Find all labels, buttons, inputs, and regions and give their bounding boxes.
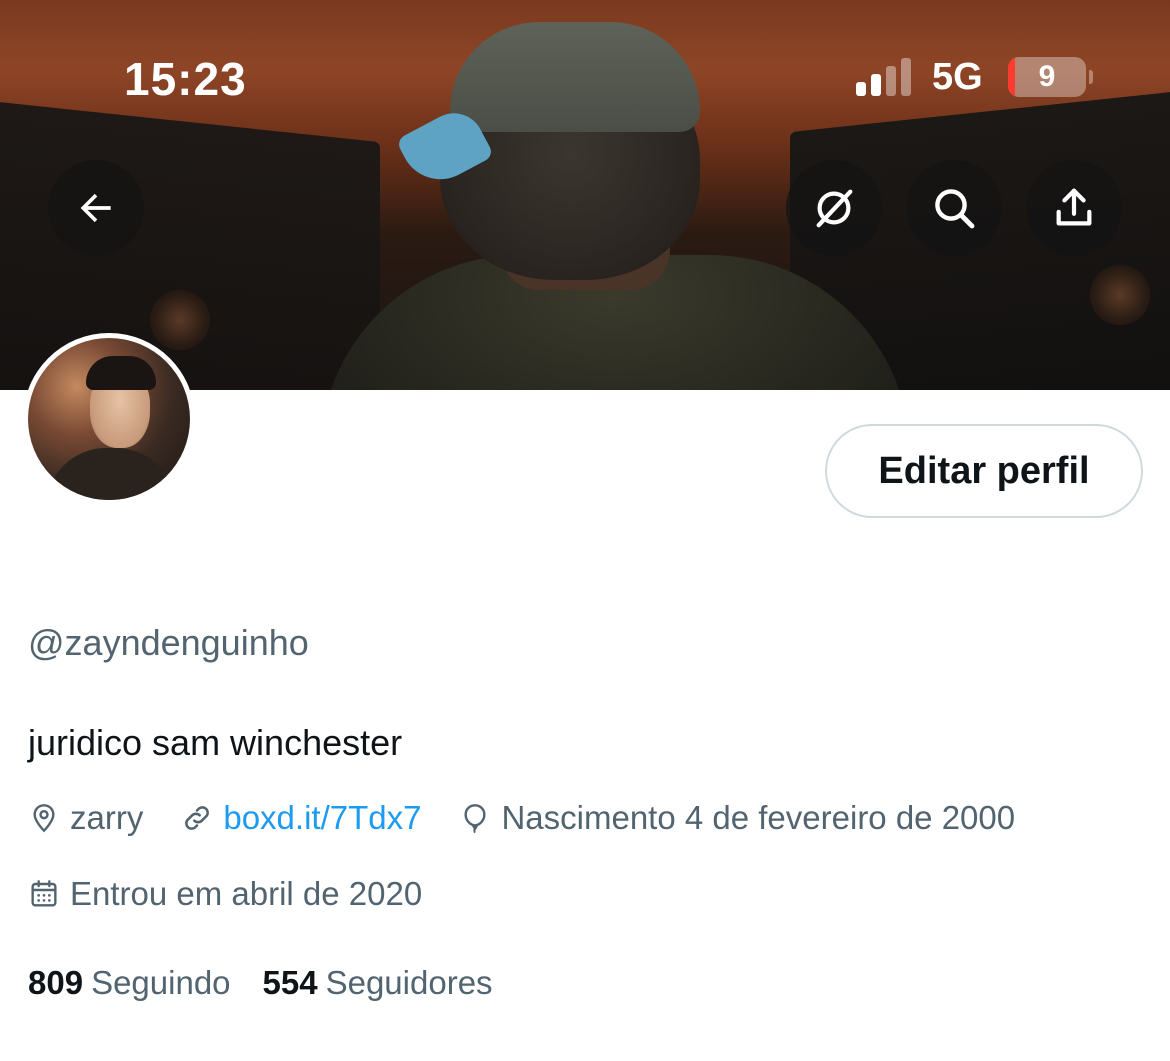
calendar-icon [31,880,57,907]
network-type: 5G [932,56,983,98]
banner-speaker-left [150,290,210,350]
grok-button[interactable] [786,160,882,256]
avatar-image [28,338,190,500]
location-text: zarry [70,799,144,836]
following-count: 809 [28,964,84,1001]
following-label: Seguindo [91,964,231,1001]
share-upload-icon [1056,188,1092,226]
banner-speaker-right [1090,265,1150,325]
birthday-text: Nascimento 4 de fevereiro de 2000 [501,799,1016,836]
arrow-left-icon [80,193,111,223]
birthday-item: Nascimento 4 de fevereiro de 2000 [459,799,1015,837]
battery-icon: 9 [1008,57,1086,97]
followers-stat[interactable]: 554 Seguidores [263,964,493,1002]
location-item: zarry [28,799,143,837]
website-item[interactable]: boxd.it/7Tdx7 [181,799,421,837]
followers-label: Seguidores [325,964,493,1001]
battery-level: 9 [1038,60,1056,93]
profile-meta-row: zarry boxd.it/7Tdx7 Nascimento 4 de feve… [28,795,1053,841]
link-icon [185,806,210,830]
joined-text: Entrou em abril de 2020 [70,875,423,912]
profile-joined-row: Entrou em abril de 2020 [28,871,460,917]
search-icon [935,189,975,229]
balloon-icon [464,804,487,834]
avatar[interactable] [23,333,195,505]
share-button[interactable] [1026,160,1122,256]
back-button[interactable] [48,160,144,256]
followers-count: 554 [262,964,318,1001]
avatar-hair [86,356,156,390]
avatar-coat [46,448,176,500]
profile-handle: @zayndenguinho [28,622,309,663]
status-bar: 15:23 5G 9 [0,0,1170,140]
signal-icon [856,58,914,96]
joined-item: Entrou em abril de 2020 [28,875,422,913]
grok-slash-icon [816,189,853,228]
following-stat[interactable]: 809 Seguindo [28,964,231,1002]
website-link[interactable]: boxd.it/7Tdx7 [223,799,421,837]
battery-tip [1089,70,1093,84]
follow-stats: 809 Seguindo 554 Seguidores [28,960,525,1006]
location-pin-icon [33,804,55,833]
search-button[interactable] [906,160,1002,256]
edit-profile-button[interactable]: Editar perfil [825,424,1143,518]
profile-bio: juridico sam winchester [28,722,403,763]
status-time: 15:23 [124,53,247,105]
